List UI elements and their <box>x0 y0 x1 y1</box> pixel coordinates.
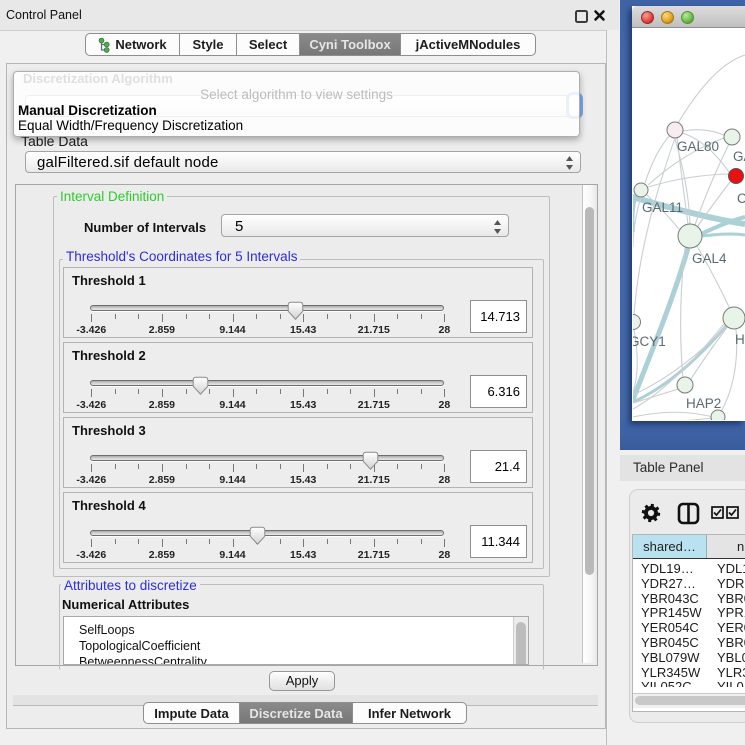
svg-text:GCY1: GCY1 <box>633 334 666 349</box>
svg-text:GA: GA <box>733 149 745 164</box>
svg-text:GAL80: GAL80 <box>677 139 719 154</box>
svg-text:GAL4: GAL4 <box>692 251 727 266</box>
svg-text:C: C <box>737 191 745 206</box>
svg-text:HAP2: HAP2 <box>686 396 721 411</box>
svg-text:GAL11: GAL11 <box>642 200 683 215</box>
svg-text:H: H <box>735 332 745 347</box>
